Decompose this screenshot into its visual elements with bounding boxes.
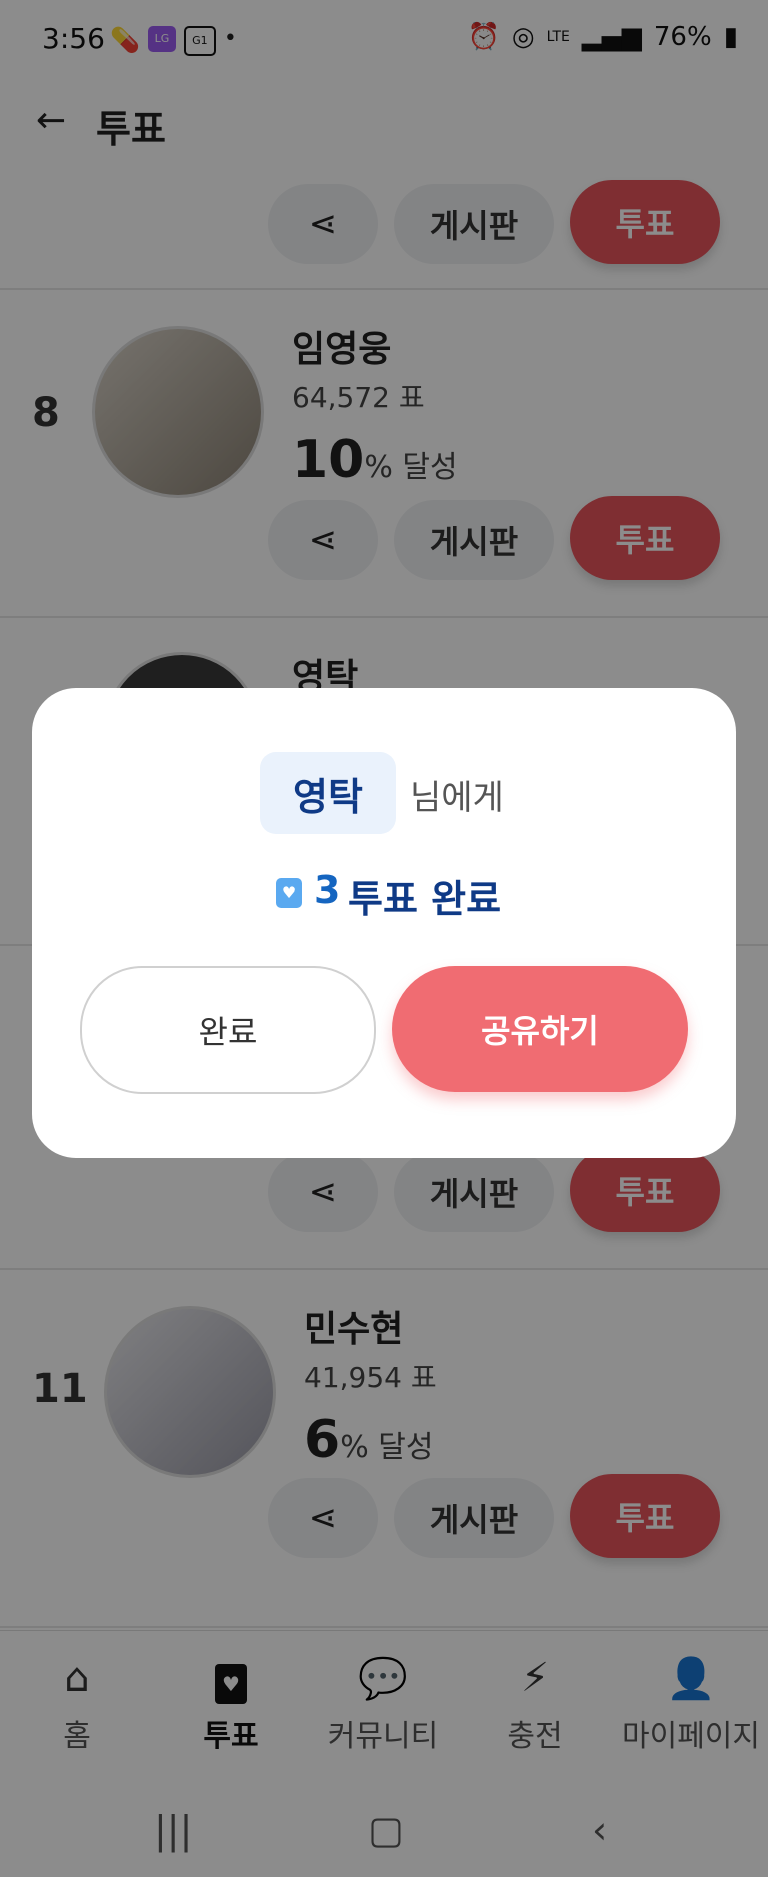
vote-heart-icon: ♥ [276,878,302,908]
done-button[interactable]: 완료 [80,966,376,1094]
vote-complete-text: 투표 완료 [348,877,502,921]
recipient-suffix: 님에게 [410,778,504,818]
vote-complete-dialog: 영탁 님에게 ♥ 3 투표 완료 완료 공유하기 [32,688,736,1158]
share-button[interactable]: 공유하기 [392,966,688,1092]
recipient-chip: 영탁 [260,752,396,834]
vote-count: 3 [314,868,341,912]
